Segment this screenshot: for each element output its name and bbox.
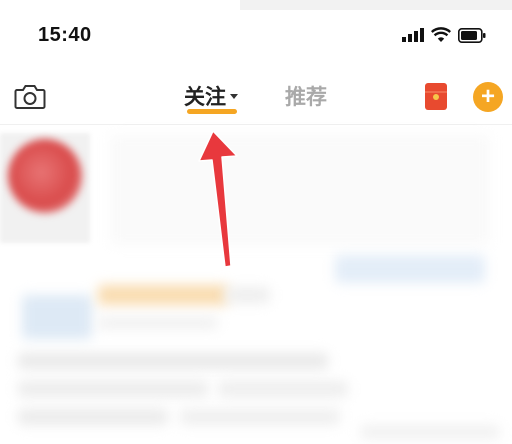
battery-icon bbox=[458, 27, 486, 43]
red-packet-icon[interactable] bbox=[425, 83, 447, 110]
camera-icon[interactable] bbox=[14, 82, 46, 110]
top-strip bbox=[240, 0, 512, 10]
blurred-text-line bbox=[180, 409, 340, 425]
wifi-icon bbox=[431, 27, 451, 42]
red-packet-seal bbox=[433, 94, 439, 100]
blurred-gray-subline bbox=[98, 317, 218, 329]
cellular-signal-icon bbox=[402, 28, 424, 42]
blurred-text-line bbox=[18, 409, 168, 425]
avatar bbox=[8, 139, 82, 213]
blurred-text-line bbox=[218, 381, 348, 397]
tab-follow[interactable]: 关注 bbox=[184, 81, 238, 111]
top-nav-bar: 关注 推荐 + bbox=[0, 70, 512, 125]
tab-recommend[interactable]: 推荐 bbox=[285, 81, 327, 111]
blurred-orange-name bbox=[98, 285, 228, 305]
status-icons bbox=[402, 24, 486, 46]
blurred-text-line bbox=[18, 381, 208, 397]
feed-content-blurred bbox=[0, 125, 512, 444]
blurred-blue-icon bbox=[22, 295, 92, 339]
add-button[interactable]: + bbox=[473, 82, 503, 112]
blurred-text-line bbox=[360, 425, 500, 439]
status-time: 15:40 bbox=[38, 24, 92, 46]
blurred-light-block bbox=[110, 135, 490, 245]
status-bar: 15:40 bbox=[0, 0, 512, 70]
blurred-text-line bbox=[18, 353, 328, 369]
chevron-down-icon bbox=[230, 93, 238, 99]
active-tab-indicator bbox=[187, 109, 237, 114]
blurred-blue-bar bbox=[335, 255, 485, 283]
blurred-gray-meta bbox=[225, 287, 270, 303]
tab-follow-label: 关注 bbox=[184, 86, 226, 109]
